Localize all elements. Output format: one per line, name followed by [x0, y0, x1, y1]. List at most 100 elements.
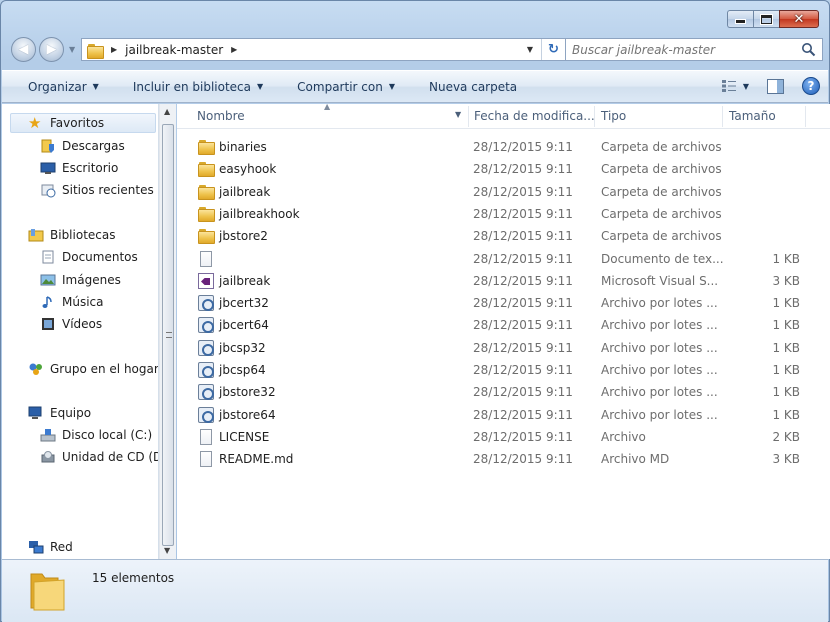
- column-divider[interactable]: [468, 106, 469, 127]
- file-name: jbstore32: [219, 385, 276, 399]
- file-name: binaries: [219, 140, 267, 154]
- file-row[interactable]: jbcert32 28/12/2015 9:11 Archivo por lotes…: [195, 292, 815, 314]
- file-type: Archivo MD: [601, 452, 670, 466]
- search-input[interactable]: [566, 42, 786, 57]
- preview-pane-icon[interactable]: [767, 78, 784, 94]
- nav-label: Documentos: [62, 250, 138, 264]
- navigation-row: ◀ ▶ ▼ ▶ jailbreak-master ▶ ▼ ↻: [9, 37, 823, 63]
- folder-icon: [198, 139, 215, 155]
- back-arrow-icon: ◀: [18, 42, 29, 57]
- address-bar[interactable]: ▶ jailbreak-master ▶ ▼ ↻: [81, 38, 566, 61]
- column-date[interactable]: Fecha de modifica...: [474, 109, 595, 123]
- nav-recent-places[interactable]: Sitios recientes: [40, 180, 154, 200]
- batch-file-icon: [198, 317, 214, 333]
- address-dropdown-icon[interactable]: ▼: [527, 45, 533, 54]
- documents-icon: [42, 250, 54, 264]
- file-row[interactable]: 28/12/2015 9:11 Documento de tex... 1 KB: [195, 248, 815, 270]
- breadcrumb-chevron-icon[interactable]: ▶: [231, 45, 237, 54]
- scrollbar-thumb[interactable]: [162, 124, 174, 546]
- nav-documents[interactable]: Documentos: [40, 247, 138, 267]
- file-row[interactable]: jbstore2 28/12/2015 9:11 Carpeta de archiv…: [195, 225, 815, 247]
- file-row[interactable]: jbstore64 28/12/2015 9:11 Archivo por lote…: [195, 404, 815, 426]
- videos-icon: [42, 318, 54, 330]
- desktop-icon: [40, 162, 56, 174]
- minimize-button[interactable]: [727, 10, 753, 28]
- breadcrumb-current[interactable]: jailbreak-master: [125, 43, 223, 57]
- file-row[interactable]: jbcsp32 28/12/2015 9:11 Archivo por lotes …: [195, 337, 815, 359]
- nav-desktop[interactable]: Escritorio: [40, 158, 118, 178]
- forward-button[interactable]: ▶: [39, 37, 64, 62]
- file-type: Archivo por lotes ...: [601, 363, 718, 377]
- include-library-menu[interactable]: Incluir en biblioteca ▼: [133, 80, 263, 94]
- forward-arrow-icon: ▶: [46, 42, 57, 57]
- scroll-up-icon[interactable]: ▲: [164, 107, 170, 116]
- file-name: jbstore2: [219, 229, 268, 243]
- column-divider[interactable]: [722, 106, 723, 127]
- downloads-icon: [41, 139, 54, 153]
- details-pane: 15 elementos: [2, 559, 828, 622]
- file-icon: [200, 451, 212, 467]
- file-type: Archivo por lotes ...: [601, 385, 718, 399]
- file-row[interactable]: easyhook 28/12/2015 9:11 Carpeta de archiv…: [195, 158, 815, 180]
- file-row[interactable]: jbcsp64 28/12/2015 9:11 Archivo por lotes …: [195, 359, 815, 381]
- nav-label: Descargas: [62, 139, 125, 153]
- nav-music[interactable]: Música: [40, 292, 104, 312]
- nav-computer[interactable]: Equipo: [28, 403, 91, 423]
- search-box[interactable]: [565, 38, 823, 61]
- column-divider[interactable]: [805, 106, 806, 127]
- column-size[interactable]: Tamaño: [729, 109, 776, 123]
- close-button[interactable]: ✕: [779, 10, 819, 28]
- batch-file-icon: [198, 362, 214, 378]
- file-row[interactable]: jailbreakhook 28/12/2015 9:11 Carpeta de a…: [195, 203, 815, 225]
- column-name[interactable]: Nombre: [197, 109, 245, 123]
- help-icon[interactable]: ?: [802, 77, 820, 95]
- column-headers: ▲ Nombre ▼ Fecha de modifica... Tipo Tam…: [177, 102, 830, 129]
- nav-libraries[interactable]: Bibliotecas: [28, 225, 115, 245]
- nav-cd-drive[interactable]: Unidad de CD (D:: [40, 447, 158, 467]
- nav-images[interactable]: Imágenes: [40, 270, 121, 290]
- file-row[interactable]: binaries 28/12/2015 9:11 Carpeta de archiv…: [195, 136, 815, 158]
- search-icon[interactable]: [801, 42, 816, 57]
- maximize-icon: [761, 14, 772, 24]
- scroll-down-icon[interactable]: ▼: [164, 546, 170, 555]
- breadcrumb-chevron-icon[interactable]: ▶: [111, 45, 117, 54]
- file-date: 28/12/2015 9:11: [473, 452, 573, 466]
- navigation-scrollbar[interactable]: ▲ ▼: [159, 104, 176, 559]
- nav-label: Bibliotecas: [50, 228, 116, 242]
- recent-pages-dropdown[interactable]: ▼: [69, 45, 75, 54]
- refresh-button[interactable]: ↻: [541, 39, 565, 60]
- nav-network[interactable]: Red: [28, 537, 73, 557]
- file-type: Archivo por lotes ...: [601, 408, 718, 422]
- file-date: 28/12/2015 9:11: [473, 162, 573, 176]
- file-row[interactable]: LICENSE 28/12/2015 9:11 Archivo 2 KB: [195, 426, 815, 448]
- nav-label: Red: [50, 540, 73, 554]
- maximize-button[interactable]: [753, 10, 779, 28]
- file-size: 1 KB: [772, 252, 800, 266]
- share-menu[interactable]: Compartir con ▼: [297, 80, 395, 94]
- views-dropdown-icon[interactable]: ▼: [743, 82, 749, 91]
- new-folder-button[interactable]: Nueva carpeta: [429, 80, 517, 94]
- file-date: 28/12/2015 9:11: [473, 318, 573, 332]
- column-divider[interactable]: [594, 106, 595, 127]
- music-icon: [42, 296, 52, 308]
- organize-menu[interactable]: Organizar ▼: [28, 80, 99, 94]
- nav-homegroup[interactable]: Grupo en el hogar: [28, 359, 158, 379]
- file-row[interactable]: jbstore32 28/12/2015 9:11 Archivo por lote…: [195, 381, 815, 403]
- nav-favorites[interactable]: ★ Favoritos: [10, 113, 156, 133]
- column-type[interactable]: Tipo: [601, 109, 626, 123]
- file-row[interactable]: jailbreak 28/12/2015 9:11 Microsoft Visual…: [195, 270, 815, 292]
- batch-file-icon: [198, 340, 214, 356]
- change-view-icon[interactable]: [721, 79, 737, 93]
- back-button[interactable]: ◀: [11, 37, 36, 62]
- file-row[interactable]: README.md 28/12/2015 9:11 Archivo MD 3 KB: [195, 448, 815, 470]
- file-row[interactable]: jbcert64 28/12/2015 9:11 Archivo por lotes…: [195, 314, 815, 336]
- file-row[interactable]: jailbreak 28/12/2015 9:11 Carpeta de archi…: [195, 181, 815, 203]
- minimize-icon: [736, 20, 745, 23]
- file-type: Archivo por lotes ...: [601, 296, 718, 310]
- file-name: jbcsp32: [219, 341, 266, 355]
- nav-downloads[interactable]: Descargas: [40, 136, 125, 156]
- nav-local-disk[interactable]: Disco local (C:): [40, 425, 152, 445]
- nav-videos[interactable]: Vídeos: [40, 314, 102, 334]
- include-library-label: Incluir en biblioteca: [132, 79, 252, 94]
- column-filter-dropdown-icon[interactable]: ▼: [455, 110, 461, 119]
